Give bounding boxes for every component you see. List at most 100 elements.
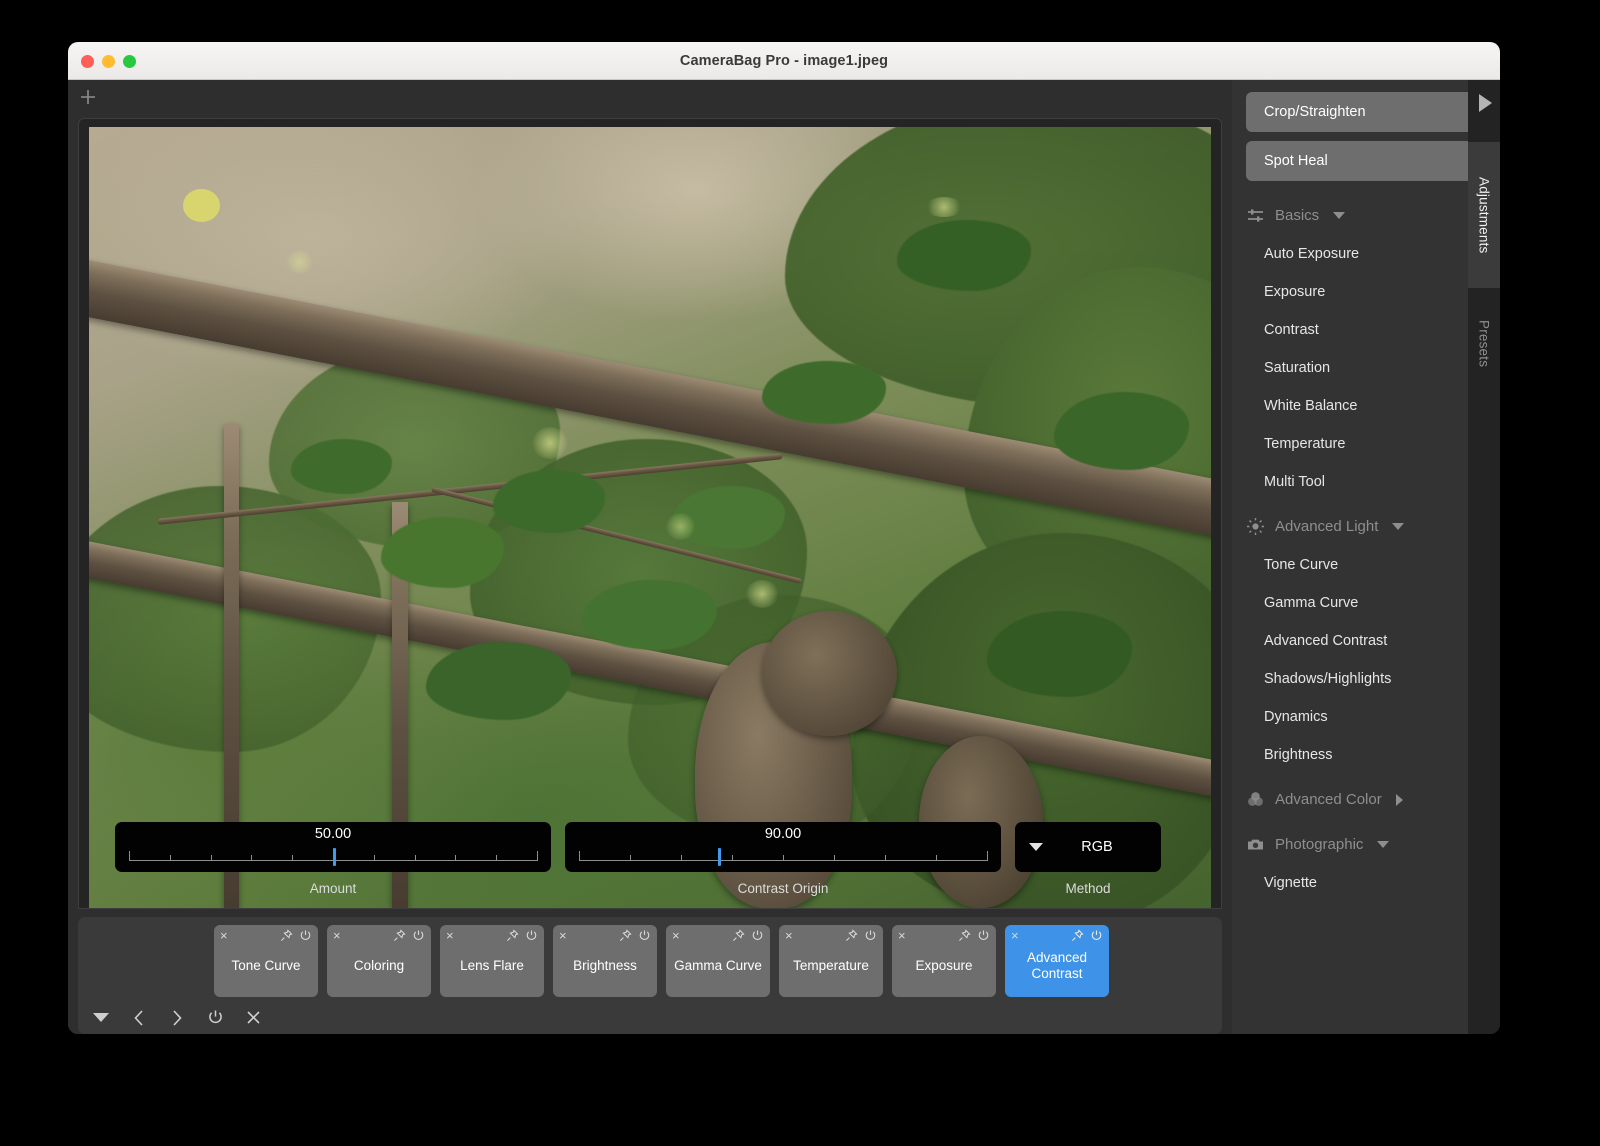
editor-column: 50.00 Amount 90.00 Contrast Origin RGB M… [68,80,1232,1034]
group-label: Basics [1275,207,1320,224]
heal-spot-marker [532,427,569,459]
strip-prev-button[interactable] [130,1009,148,1027]
strip-dropdown-button[interactable] [92,1009,110,1027]
zoom-button[interactable] [123,54,136,68]
method-selector[interactable]: RGB Method [1015,821,1161,896]
filter-chip-exposure[interactable]: × Exposure [892,924,996,997]
close-button[interactable] [81,54,94,68]
sidebar-item-label: Saturation [1264,360,1331,376]
sidebar-item-vignette[interactable]: Vignette [1232,864,1500,902]
power-icon[interactable] [299,929,312,942]
power-icon[interactable] [751,929,764,942]
power-icon[interactable] [977,929,990,942]
method-dropdown[interactable]: RGB [1015,821,1161,872]
power-icon[interactable] [864,929,877,942]
sidebar-item-advanced-contrast[interactable]: Advanced Contrast [1232,622,1500,660]
filter-chip-tone-curve[interactable]: × Tone Curve [214,924,318,997]
sidebar-item-multi-tool[interactable]: Multi Tool [1232,463,1500,501]
chevron-left-icon [134,1010,143,1026]
strip-power-button[interactable] [206,1009,224,1027]
sidebar-item-label: Multi Tool [1264,474,1325,490]
group-header-basics[interactable]: Basics [1232,190,1500,235]
strip-close-button[interactable] [244,1009,262,1027]
heal-spot-marker [745,579,780,608]
heal-spot-marker [286,250,314,274]
chip-controls: × [553,929,657,942]
plus-icon[interactable] [79,88,97,106]
pin-icon[interactable] [1071,929,1084,942]
filter-chip-lens-flare[interactable]: × Lens Flare [440,924,544,997]
filter-chip-gamma-curve[interactable]: × Gamma Curve [666,924,770,997]
image-canvas[interactable]: 50.00 Amount 90.00 Contrast Origin RGB M… [78,117,1222,909]
sidebar-item-shadows-highlights[interactable]: Shadows/Highlights [1232,660,1500,698]
method-label: Method [1065,880,1111,896]
sidebar-item-contrast[interactable]: Contrast [1232,311,1500,349]
strip-next-button[interactable] [168,1009,186,1027]
sidebar-item-label: White Balance [1264,398,1358,414]
pin-icon[interactable] [732,929,745,942]
close-icon[interactable]: × [785,929,793,942]
filter-chip-brightness[interactable]: × Brightness [553,924,657,997]
chip-label: Lens Flare [460,957,524,973]
power-icon[interactable] [1090,929,1103,942]
power-icon[interactable] [638,929,651,942]
slider-thumb[interactable] [717,847,721,866]
slider-track[interactable]: 50.00 [115,821,551,872]
sidebar-item-tone-curve[interactable]: Tone Curve [1232,546,1500,584]
play-triangle-icon[interactable] [1479,94,1492,112]
pin-icon[interactable] [845,929,858,942]
tab-rail: Adjustments Presets [1468,80,1500,1034]
filter-chip-coloring[interactable]: × Coloring [327,924,431,997]
slider-thumb[interactable] [333,847,336,866]
adjustments-sidebar: Crop/Straighten Spot Heal Basics Auto Ex… [1232,80,1500,1034]
spot-heal-button[interactable]: Spot Heal [1246,141,1486,181]
pin-icon[interactable] [280,929,293,942]
sidebar-item-dynamics[interactable]: Dynamics [1232,698,1500,736]
sidebar-item-saturation[interactable]: Saturation [1232,349,1500,387]
close-icon[interactable]: × [672,929,680,942]
tool-button-label: Crop/Straighten [1264,104,1366,120]
pin-icon[interactable] [619,929,632,942]
crop-straighten-button[interactable]: Crop/Straighten [1246,92,1486,132]
pin-icon[interactable] [506,929,519,942]
leaf [425,642,572,721]
editor-topbar [68,80,1232,118]
traffic-lights [81,42,136,80]
pin-icon[interactable] [393,929,406,942]
heal-spot-marker [183,189,221,222]
photo-preview [89,126,1211,908]
filter-chip-temperature[interactable]: × Temperature [779,924,883,997]
sidebar-item-brightness[interactable]: Brightness [1232,736,1500,774]
sidebar-item-auto-exposure[interactable]: Auto Exposure [1232,235,1500,273]
sidebar-item-white-balance[interactable]: White Balance [1232,387,1500,425]
filter-chip-advanced-contrast[interactable]: × Advanced Contrast [1005,924,1109,997]
minimize-button[interactable] [102,54,115,68]
sidebar-item-label: Advanced Contrast [1264,633,1388,649]
chip-controls: × [327,929,431,942]
sidebar-item-exposure[interactable]: Exposure [1232,273,1500,311]
sidebar-scroll-area[interactable]: Crop/Straighten Spot Heal Basics Auto Ex… [1232,80,1500,1034]
sidebar-item-gamma-curve[interactable]: Gamma Curve [1232,584,1500,622]
close-icon[interactable]: × [559,929,567,942]
pin-icon[interactable] [958,929,971,942]
sidebar-item-label: Dynamics [1264,709,1328,725]
close-icon[interactable]: × [446,929,454,942]
close-icon[interactable]: × [898,929,906,942]
group-header-advanced-light[interactable]: Advanced Light [1232,501,1500,546]
slider-value: 90.00 [764,825,802,842]
slider-amount[interactable]: 50.00 Amount [115,821,551,896]
slider-track[interactable]: 90.00 [565,821,1001,872]
group-header-advanced-color[interactable]: Advanced Color [1232,774,1500,819]
leaf [492,470,606,533]
power-icon[interactable] [525,929,538,942]
slider-contrast-origin[interactable]: 90.00 Contrast Origin [565,821,1001,896]
tab-presets[interactable]: Presets [1468,292,1500,396]
tab-adjustments[interactable]: Adjustments [1468,142,1500,288]
group-header-photographic[interactable]: Photographic [1232,819,1500,864]
close-icon[interactable]: × [333,929,341,942]
sidebar-item-temperature[interactable]: Temperature [1232,425,1500,463]
power-icon[interactable] [412,929,425,942]
sliders-icon [1248,209,1263,222]
close-icon[interactable]: × [1011,929,1019,942]
close-icon[interactable]: × [220,929,228,942]
